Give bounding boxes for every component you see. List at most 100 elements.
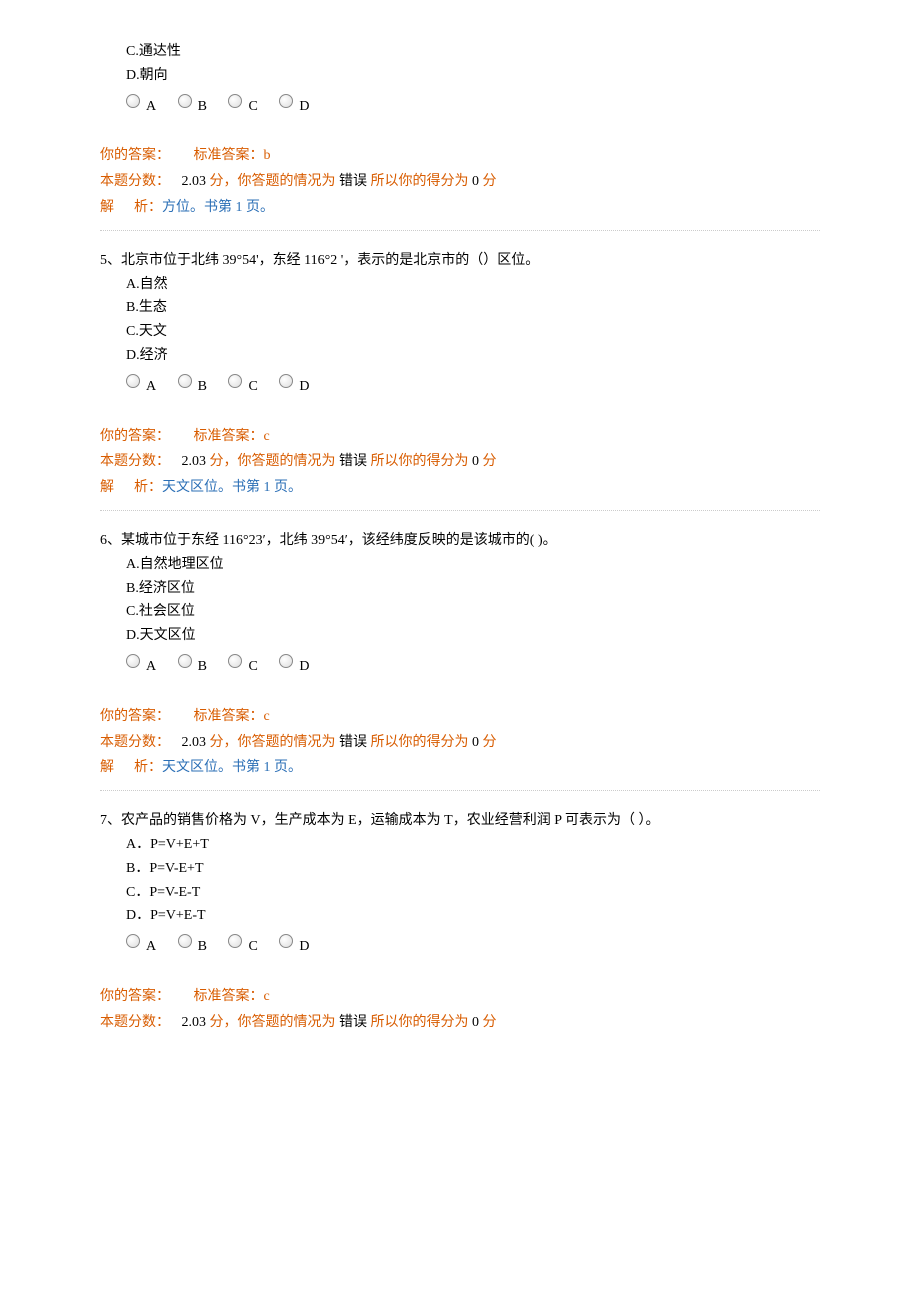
std-answer-value: b [264,148,271,163]
explain-line: 解析：天文区位。书第 1 页。 [100,756,820,780]
radio-group: A B C D [100,934,820,959]
radio-d[interactable]: D [279,374,309,399]
std-answer-label: 标准答案： [194,705,264,729]
question-text: 5、北京市位于北纬 39°54'，东经 116°2 '，表示的是北京市的（）区位… [100,249,820,273]
std-answer-label: 标准答案： [194,144,264,168]
radio-icon [279,374,293,388]
your-answer-label: 你的答案： [100,144,190,168]
score-value: 2.03 [182,454,207,469]
so-score-prefix: 所以你的得分为 [371,454,469,469]
radio-icon [126,934,140,948]
score-line: 本题分数： 2.03 分，你答题的情况为 错误 所以你的得分为 0 分 [100,731,820,755]
question-7: 7、农产品的销售价格为 V，生产成本为 E，运输成本为 T，农业经营利润 P 可… [100,809,820,1034]
score-value: 2.03 [182,735,207,750]
radio-icon [126,654,140,668]
radio-d[interactable]: D [279,94,309,119]
explain-text: 天文区位。书第 1 页。 [162,480,302,495]
divider [100,510,820,511]
score-line: 本题分数： 2.03 分，你答题的情况为 错误 所以你的得分为 0 分 [100,170,820,194]
so-score-value: 0 [472,454,479,469]
explain-line: 解析：方位。书第 1 页。 [100,196,820,220]
explain-line: 解析：天文区位。书第 1 页。 [100,476,820,500]
result-text: 错误 [339,174,367,189]
option-b: B．P=V-E+T [100,857,820,881]
score-value: 2.03 [182,174,207,189]
option-d: D.朝向 [100,64,820,88]
divider [100,230,820,231]
score-unit: 分，你答题的情况为 [210,1015,336,1030]
radio-c[interactable]: C [228,94,257,119]
option-d: D.经济 [100,344,820,368]
answer-block: 你的答案： 标准答案：c 本题分数： 2.03 分，你答题的情况为 错误 所以你… [100,705,820,780]
std-answer-value: c [264,989,270,1004]
score-line: 本题分数： 2.03 分，你答题的情况为 错误 所以你的得分为 0 分 [100,1011,820,1035]
radio-icon [279,94,293,108]
radio-a[interactable]: A [126,94,156,119]
radio-c[interactable]: C [228,374,257,399]
your-answer-label: 你的答案： [100,425,190,449]
option-d: D．P=V+E-T [100,904,820,928]
score-label: 本题分数： [100,174,170,189]
radio-icon [228,934,242,948]
radio-icon [228,94,242,108]
std-answer-label: 标准答案： [194,425,264,449]
so-score-unit: 分 [483,454,497,469]
radio-c[interactable]: C [228,654,257,679]
radio-c[interactable]: C [228,934,257,959]
option-d: D.天文区位 [100,624,820,648]
result-text: 错误 [339,735,367,750]
explain-text: 方位。书第 1 页。 [162,200,274,215]
option-b: B.生态 [100,296,820,320]
option-c: C.天文 [100,320,820,344]
question-5: 5、北京市位于北纬 39°54'，东经 116°2 '，表示的是北京市的（）区位… [100,249,820,500]
answer-line: 你的答案： 标准答案：c [100,705,820,729]
question-6: 6、某城市位于东经 116°23′，北纬 39°54′，该经纬度反映的是该城市的… [100,529,820,780]
radio-icon [178,654,192,668]
explain-label2: 析： [134,760,162,775]
score-unit: 分，你答题的情况为 [210,454,336,469]
radio-b[interactable]: B [178,934,207,959]
your-answer-label: 你的答案： [100,985,190,1009]
so-score-value: 0 [472,735,479,750]
radio-icon [126,94,140,108]
option-a: A.自然 [100,273,820,297]
answer-block: 你的答案： 标准答案：b 本题分数： 2.03 分，你答题的情况为 错误 所以你… [100,144,820,219]
radio-icon [228,374,242,388]
so-score-unit: 分 [483,174,497,189]
std-answer-value: c [264,429,270,444]
so-score-unit: 分 [483,735,497,750]
radio-b[interactable]: B [178,374,207,399]
radio-b[interactable]: B [178,654,207,679]
radio-a[interactable]: A [126,654,156,679]
option-c: C．P=V-E-T [100,881,820,905]
score-value: 2.03 [182,1015,207,1030]
radio-d[interactable]: D [279,654,309,679]
result-text: 错误 [339,1015,367,1030]
option-a: A.自然地理区位 [100,553,820,577]
answer-block: 你的答案： 标准答案：c 本题分数： 2.03 分，你答题的情况为 错误 所以你… [100,985,820,1035]
so-score-value: 0 [472,1015,479,1030]
score-label: 本题分数： [100,735,170,750]
radio-a[interactable]: A [126,934,156,959]
radio-d[interactable]: D [279,934,309,959]
question-text: 7、农产品的销售价格为 V，生产成本为 E，运输成本为 T，农业经营利润 P 可… [100,809,820,833]
option-a: A．P=V+E+T [100,833,820,857]
so-score-prefix: 所以你的得分为 [371,735,469,750]
explain-text: 天文区位。书第 1 页。 [162,760,302,775]
radio-b[interactable]: B [178,94,207,119]
radio-icon [126,374,140,388]
radio-icon [279,934,293,948]
radio-icon [178,94,192,108]
explain-label2: 析： [134,480,162,495]
option-b: B.经济区位 [100,577,820,601]
score-line: 本题分数： 2.03 分，你答题的情况为 错误 所以你的得分为 0 分 [100,450,820,474]
so-score-prefix: 所以你的得分为 [371,1015,469,1030]
std-answer-value: c [264,709,270,724]
radio-a[interactable]: A [126,374,156,399]
score-label: 本题分数： [100,1015,170,1030]
answer-block: 你的答案： 标准答案：c 本题分数： 2.03 分，你答题的情况为 错误 所以你… [100,425,820,500]
so-score-prefix: 所以你的得分为 [371,174,469,189]
explain-label: 解 [100,200,134,215]
answer-line: 你的答案： 标准答案：c [100,425,820,449]
radio-icon [228,654,242,668]
